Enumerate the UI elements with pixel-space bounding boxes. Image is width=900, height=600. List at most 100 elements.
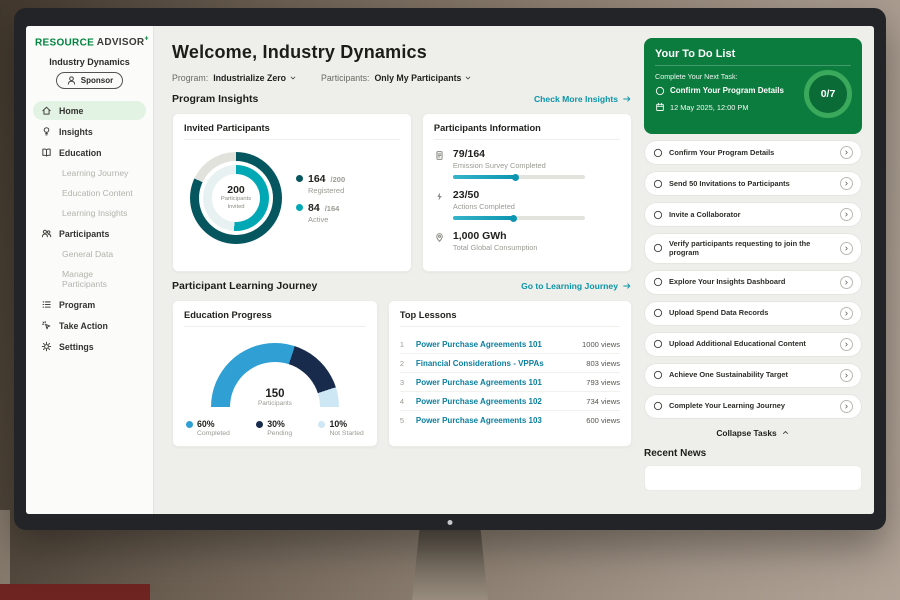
checkbox-circle-icon[interactable] xyxy=(653,401,663,411)
lesson-link[interactable]: Power Purchase Agreements 102 xyxy=(416,397,579,406)
lesson-link[interactable]: Financial Considerations - VPPAs xyxy=(416,359,579,368)
chevron-right-icon[interactable] xyxy=(840,338,853,351)
sidebar-item-participants[interactable]: Participants xyxy=(33,224,146,243)
participants-info-rows: 79/164Emission Survey Completed23/50Acti… xyxy=(434,148,620,252)
legend-value: 10% xyxy=(329,419,363,429)
recent-news-card[interactable] xyxy=(644,465,862,491)
sidebar-item-settings[interactable]: Settings xyxy=(33,337,146,356)
task-label: Achieve One Sustainability Target xyxy=(669,370,834,379)
link-label: Check More Insights xyxy=(534,94,618,104)
sidebar-item-learning-insights[interactable]: Learning Insights xyxy=(33,204,146,222)
lesson-link[interactable]: Power Purchase Agreements 101 xyxy=(416,340,575,349)
sidebar-item-general-data[interactable]: General Data xyxy=(33,245,146,263)
lesson-rank: 2 xyxy=(400,359,409,368)
sidebar-item-education[interactable]: Education xyxy=(33,143,146,162)
check-more-insights-link[interactable]: Check More Insights xyxy=(534,94,632,104)
participants-filter-value: Only My Participants xyxy=(374,73,461,83)
invited-donut-chart: 200 Participants Invited xyxy=(190,152,282,244)
legend-total: /164 xyxy=(325,204,340,213)
task-label: Upload Spend Data Records xyxy=(669,308,834,317)
program-filter-select[interactable]: Industrialize Zero xyxy=(213,73,297,83)
task-label: Confirm Your Program Details xyxy=(669,148,834,157)
chevron-right-icon[interactable] xyxy=(840,146,853,159)
bolt-icon xyxy=(434,191,445,202)
monitor-stand xyxy=(412,528,488,600)
checkbox-circle-icon[interactable] xyxy=(653,179,663,189)
sidebar-item-education-content[interactable]: Education Content xyxy=(33,184,146,202)
chevron-right-icon[interactable] xyxy=(840,242,853,255)
legend-dot xyxy=(318,421,325,428)
collapse-tasks-link[interactable]: Collapse Tasks xyxy=(644,428,862,438)
participants-filter-label: Participants: xyxy=(321,73,369,83)
gauge-center-label: Participants xyxy=(211,400,339,407)
task-row[interactable]: Complete Your Learning Journey xyxy=(644,394,862,419)
task-row[interactable]: Invite a Collaborator xyxy=(644,202,862,227)
task-row[interactable]: Upload Spend Data Records xyxy=(644,301,862,326)
task-row[interactable]: Confirm Your Program Details xyxy=(644,140,862,165)
sidebar-item-label: General Data xyxy=(62,249,113,259)
sidebar-item-label: Insights xyxy=(59,127,93,137)
checkbox-circle-icon xyxy=(655,86,665,96)
checkbox-circle-icon[interactable] xyxy=(653,148,663,158)
sidebar-item-learning-journey[interactable]: Learning Journey xyxy=(33,164,146,182)
lesson-row: 3Power Purchase Agreements 101793 views xyxy=(400,373,620,392)
education-progress-card: Education Progress 150 Participants xyxy=(172,300,378,447)
lesson-link[interactable]: Power Purchase Agreements 103 xyxy=(416,416,579,425)
sidebar-item-label: Settings xyxy=(59,342,94,352)
sidebar-item-program[interactable]: Program xyxy=(33,295,146,314)
gauge-legend-item: 60%Completed xyxy=(186,419,230,437)
go-to-learning-journey-link[interactable]: Go to Learning Journey xyxy=(521,281,632,291)
checkbox-circle-icon[interactable] xyxy=(653,308,663,318)
task-label: Upload Additional Educational Content xyxy=(669,339,834,348)
task-row[interactable]: Verify participants requesting to join t… xyxy=(644,233,862,264)
task-row[interactable]: Send 50 Invitations to Participants xyxy=(644,171,862,196)
chevron-right-icon[interactable] xyxy=(840,307,853,320)
lesson-rank: 3 xyxy=(400,378,409,387)
take-action-icon xyxy=(41,320,52,331)
arrow-right-icon xyxy=(622,281,632,291)
info-row: 23/50Actions Completed xyxy=(434,189,620,220)
task-row[interactable]: Achieve One Sustainability Target xyxy=(644,363,862,388)
checkbox-circle-icon[interactable] xyxy=(653,339,663,349)
lesson-link[interactable]: Power Purchase Agreements 101 xyxy=(416,378,579,387)
gauge-wrap: 150 Participants xyxy=(184,335,366,407)
location-icon xyxy=(434,232,445,243)
participants-filter-select[interactable]: Only My Participants xyxy=(374,73,472,83)
program-filter-label: Program: xyxy=(172,73,208,83)
checkbox-circle-icon[interactable] xyxy=(653,370,663,380)
lesson-row: 5Power Purchase Agreements 103600 views xyxy=(400,411,620,429)
lesson-views: 600 views xyxy=(586,416,620,425)
sidebar-item-label: Learning Insights xyxy=(62,208,127,218)
task-row[interactable]: Explore Your Insights Dashboard xyxy=(644,270,862,295)
checkbox-circle-icon[interactable] xyxy=(653,210,663,220)
sidebar-item-label: Home xyxy=(59,106,83,116)
chevron-right-icon[interactable] xyxy=(840,400,853,413)
participants-icon xyxy=(41,228,52,239)
power-led xyxy=(448,520,453,525)
checkbox-circle-icon[interactable] xyxy=(653,277,663,287)
sidebar-item-manage-participants[interactable]: Manage Participants xyxy=(33,265,146,293)
chevron-right-icon[interactable] xyxy=(840,177,853,190)
calendar-icon xyxy=(655,102,665,112)
task-label: Send 50 Invitations to Participants xyxy=(669,179,834,188)
checkbox-circle-icon[interactable] xyxy=(653,243,663,253)
invited-participants-card: Invited Participants 200 Participants In… xyxy=(172,113,412,272)
chevron-right-icon[interactable] xyxy=(840,369,853,382)
sidebar-item-home[interactable]: Home xyxy=(33,101,146,120)
todo-due-label: 12 May 2025, 12:00 PM xyxy=(670,103,748,112)
sidebar-item-take-action[interactable]: Take Action xyxy=(33,316,146,335)
section-title: Program Insights xyxy=(172,93,258,105)
insights-cards-row: Invited Participants 200 Participants In… xyxy=(172,113,632,272)
sidebar-item-label: Program xyxy=(59,300,95,310)
gauge-legend: 60%Completed30%Pending10%Not Started xyxy=(184,407,366,437)
chevron-right-icon[interactable] xyxy=(840,276,853,289)
recent-news-heading: Recent News xyxy=(644,448,862,459)
logo-primary: RESOURCE xyxy=(35,37,94,48)
sidebar-item-insights[interactable]: Insights xyxy=(33,122,146,141)
link-label: Go to Learning Journey xyxy=(521,281,618,291)
task-row[interactable]: Upload Additional Educational Content xyxy=(644,332,862,357)
role-badge[interactable]: Sponsor xyxy=(56,72,123,89)
chevron-right-icon[interactable] xyxy=(840,208,853,221)
info-label: Emission Survey Completed xyxy=(453,161,585,170)
legend-dot xyxy=(256,421,263,428)
